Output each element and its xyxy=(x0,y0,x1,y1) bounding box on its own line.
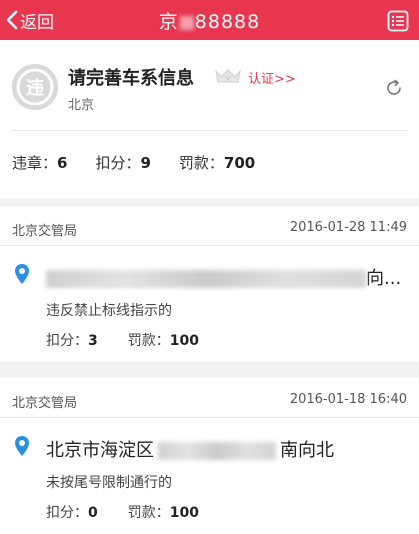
fine-value: 100 xyxy=(169,333,199,349)
stat-fine: 罚款：700 xyxy=(179,152,255,173)
violation-dept: 北京交管局 xyxy=(12,224,78,239)
violation-desc: 违反禁止标线指示的 xyxy=(46,303,172,319)
divider xyxy=(12,130,407,131)
plate-prefix: 京 xyxy=(158,11,179,33)
points-label: 扣分： xyxy=(46,505,88,521)
stat-violations: 违章：6 xyxy=(12,152,67,173)
violation-meta: 扣分：0 罚款：100 xyxy=(46,502,229,522)
violation-card[interactable]: 北京交管局 2016-01-28 11:49 向... 违反禁止标线指示的 扣分… xyxy=(0,206,419,362)
fine-value: 100 xyxy=(169,505,199,521)
page-title: 京 88888 xyxy=(0,7,419,34)
fine-label: 罚款： xyxy=(127,505,170,521)
stat-fine-label: 罚款： xyxy=(178,154,224,172)
address-blurred xyxy=(158,442,276,460)
verify-link[interactable]: 认证>> xyxy=(248,68,296,87)
violation-fine: 罚款：100 xyxy=(128,502,199,522)
address-suffix: 向... xyxy=(366,268,402,289)
violation-meta: 扣分：3 罚款：100 xyxy=(46,330,229,350)
violation-points: 扣分：0 xyxy=(46,502,98,522)
violation-header: 北京交管局 2016-01-28 11:49 xyxy=(0,206,419,246)
plate-suffix: 88888 xyxy=(194,11,261,33)
violation-time: 2016-01-28 11:49 xyxy=(289,220,407,235)
location-pin-icon xyxy=(15,264,29,284)
violation-fine: 罚款：100 xyxy=(128,330,199,350)
car-title[interactable]: 请完善车系信息 xyxy=(68,64,194,90)
car-city: 北京 xyxy=(68,98,95,113)
car-logo: 违 xyxy=(12,64,58,110)
list-menu-icon[interactable] xyxy=(387,10,409,32)
violation-dept: 北京交管局 xyxy=(12,396,78,411)
fine-label: 罚款： xyxy=(127,333,170,349)
points-label: 扣分： xyxy=(46,333,88,349)
violation-logo-icon: 违 xyxy=(12,64,58,110)
stat-points: 扣分：9 xyxy=(95,152,150,173)
points-value: 3 xyxy=(88,333,98,349)
violation-time: 2016-01-18 16:40 xyxy=(289,392,407,407)
stat-violations-value: 6 xyxy=(57,154,68,172)
address-suffix: 南向北 xyxy=(280,440,334,461)
violation-card[interactable]: 北京交管局 2016-01-18 16:40 北京市海淀区 南向北 未按尾号限制通… xyxy=(0,378,419,534)
location-pin-icon xyxy=(15,436,29,456)
address-blurred xyxy=(46,270,366,288)
violation-address: 向... xyxy=(46,264,401,290)
stat-points-value: 9 xyxy=(140,154,151,172)
car-info-card: 违 请完善车系信息 V 认证>> 北京 违章：6 扣分：9 罚款：700 xyxy=(0,40,419,198)
crown-icon: V xyxy=(215,69,241,83)
violation-desc: 未按尾号限制通行的 xyxy=(46,475,172,491)
address-prefix: 北京市海淀区 xyxy=(46,440,154,461)
violation-header: 北京交管局 2016-01-18 16:40 xyxy=(0,378,419,418)
points-value: 0 xyxy=(88,505,98,521)
violation-address: 北京市海淀区 南向北 xyxy=(46,436,334,462)
violation-points: 扣分：3 xyxy=(46,330,98,350)
nav-bar: 返回 京 88888 xyxy=(0,0,419,40)
plate-blurred-char xyxy=(179,15,194,30)
svg-text:V: V xyxy=(226,75,231,83)
stat-fine-value: 700 xyxy=(223,154,256,172)
car-stats: 违章：6 扣分：9 罚款：700 xyxy=(12,152,283,173)
stat-points-label: 扣分： xyxy=(95,154,141,172)
logo-char: 违 xyxy=(26,77,44,99)
stat-violations-label: 违章： xyxy=(12,154,58,172)
refresh-icon[interactable] xyxy=(384,78,404,98)
